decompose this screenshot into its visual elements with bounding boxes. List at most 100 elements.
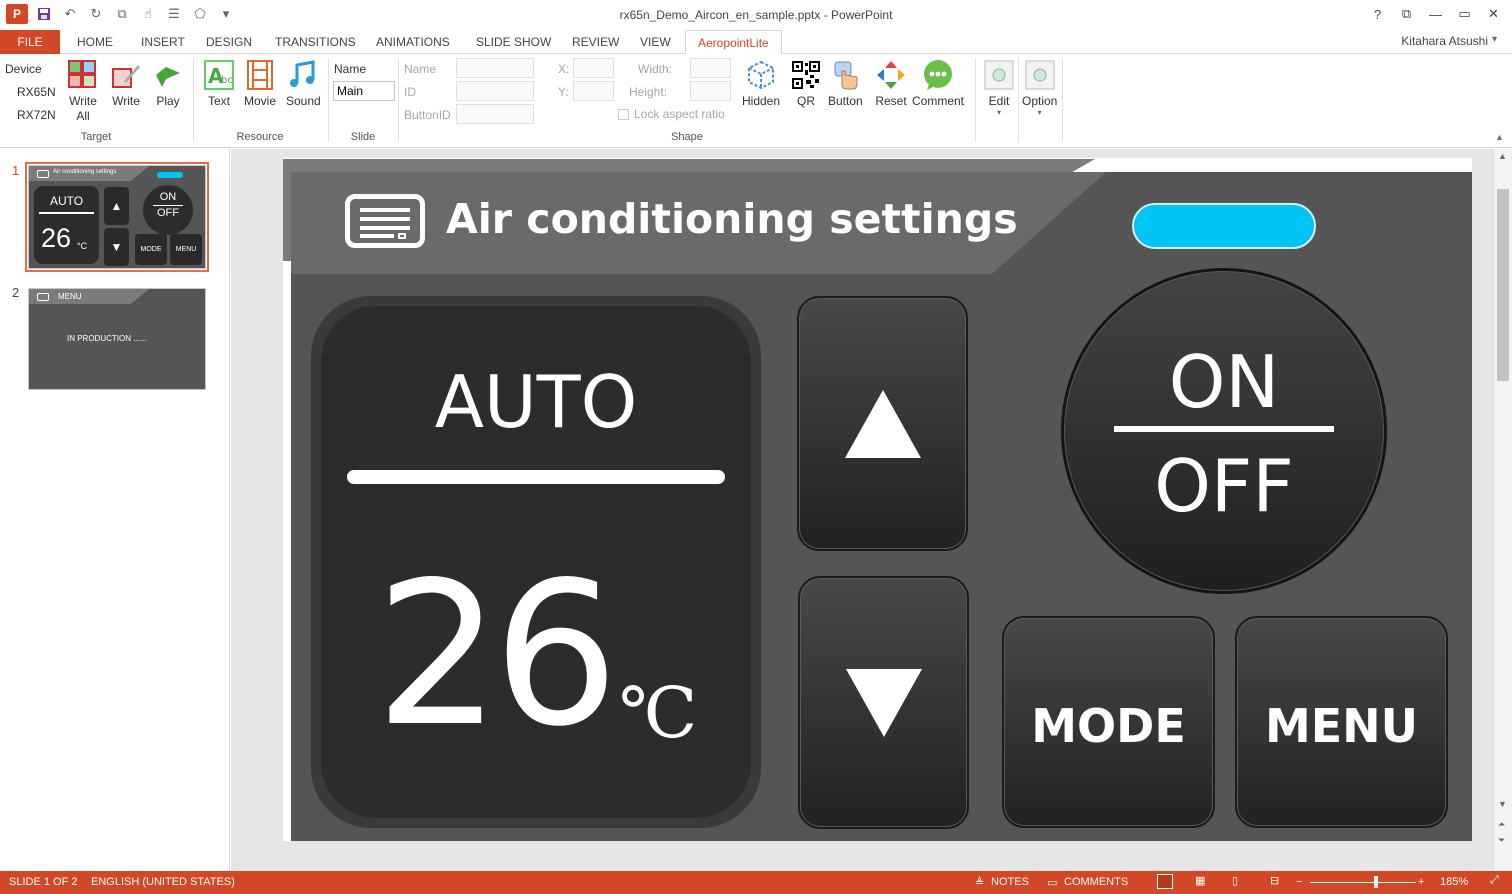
movie-button[interactable]: Movie — [243, 58, 277, 108]
comments-button[interactable]: COMMENTS — [1064, 876, 1128, 888]
comment-icon — [921, 58, 955, 92]
edit-button[interactable]: Edit ▾ — [982, 58, 1016, 117]
minimize-button[interactable]: — — [1421, 2, 1450, 26]
ribbon-separator — [1062, 58, 1063, 142]
notes-button[interactable]: NOTES — [991, 876, 1029, 888]
zoom-out-button[interactable]: − — [1296, 876, 1302, 888]
device-rx65n[interactable]: RX65N — [17, 85, 56, 99]
thumb-mode-button: MODE — [135, 234, 167, 265]
vertical-scrollbar[interactable]: ▲ ▼ ⏶ ⏷ — [1493, 149, 1512, 871]
zoom-slider[interactable] — [1310, 882, 1416, 883]
comments-icon[interactable]: ▭ — [1047, 876, 1057, 889]
slide-thumbnail-1[interactable]: Air conditioning settings AUTO 26 °C ▲ ▼… — [25, 162, 209, 272]
comment-button[interactable]: Comment — [912, 58, 964, 108]
chevron-down-icon[interactable]: ▾ — [1492, 34, 1508, 45]
tab-slide-show[interactable]: SLIDE SHOW — [476, 30, 551, 54]
normal-view-icon[interactable] — [1157, 874, 1173, 889]
scroll-up-icon[interactable]: ▲ — [1498, 151, 1507, 161]
button-button[interactable]: Button — [828, 58, 863, 108]
customize-icon[interactable]: ▾ — [216, 4, 236, 24]
tab-aeropointlite[interactable]: AeropointLite — [685, 30, 782, 55]
language-indicator[interactable]: ENGLISH (UNITED STATES) — [91, 876, 235, 888]
undo-icon[interactable]: ↶ — [60, 4, 80, 24]
tab-design[interactable]: DESIGN — [206, 30, 252, 54]
mode-button[interactable]: MODE — [1002, 616, 1215, 828]
reset-button[interactable]: Reset — [874, 58, 908, 108]
close-button[interactable]: ✕ — [1479, 2, 1508, 26]
slide-show-icon[interactable]: ⊟ — [1270, 874, 1279, 887]
tab-transitions[interactable]: TRANSITIONS — [275, 30, 356, 54]
play-button[interactable]: Play — [151, 58, 185, 108]
tab-insert[interactable]: INSERT — [141, 30, 185, 54]
thumb-unit: °C — [77, 241, 88, 251]
hidden-button[interactable]: Hidden — [742, 58, 780, 108]
tab-file[interactable]: FILE — [0, 30, 60, 54]
group-resource-label: Resource — [236, 131, 284, 143]
zoom-slider-handle[interactable] — [1374, 876, 1378, 888]
tab-view[interactable]: VIEW — [640, 30, 671, 54]
write-label: Write — [112, 94, 140, 108]
user-name[interactable]: Kitahara Atsushi — [1401, 34, 1488, 48]
write-all-button[interactable]: Write All — [66, 58, 100, 124]
ribbon-tabs: FILE HOME INSERT DESIGN TRANSITIONS ANIM… — [0, 30, 1512, 55]
slide-thumbnail-2[interactable]: MENU IN PRODUCTION ...... — [28, 288, 206, 390]
button-label: Button — [828, 94, 863, 108]
thumb-mode: AUTO — [49, 194, 84, 208]
maximize-button[interactable]: ▭ — [1450, 2, 1479, 26]
shape-buttonid-field[interactable] — [456, 104, 534, 124]
notes-icon[interactable]: ≜ — [975, 876, 984, 889]
device-rx72n[interactable]: RX72N — [17, 108, 56, 122]
lock-aspect-ratio-checkbox[interactable]: Lock aspect ratio — [618, 107, 725, 121]
text-button[interactable]: Abc Text — [202, 58, 236, 108]
down-arrow-icon: ▼ — [104, 228, 129, 266]
paragraph-icon[interactable]: ☰ — [164, 4, 184, 24]
temp-up-button[interactable] — [797, 296, 968, 551]
slide-sorter-icon[interactable]: ▦ — [1195, 874, 1205, 887]
write-all-label-1: Write — [69, 94, 97, 108]
menu-button[interactable]: MENU — [1235, 616, 1448, 828]
slide-number-1: 1 — [12, 163, 20, 178]
slide-counter[interactable]: SLIDE 1 OF 2 — [9, 876, 77, 888]
tab-home[interactable]: HOME — [77, 30, 113, 54]
width-field[interactable] — [690, 58, 731, 78]
zoom-level[interactable]: 185% — [1440, 876, 1468, 888]
write-all-label-2: All — [76, 109, 90, 123]
fit-slide-icon[interactable]: ⤢ — [1490, 874, 1499, 887]
y-field[interactable] — [573, 81, 614, 101]
tab-animations[interactable]: ANIMATIONS — [376, 30, 450, 54]
reading-view-icon[interactable]: ▯ — [1232, 874, 1238, 887]
write-button[interactable]: Write — [109, 58, 143, 108]
option-button[interactable]: Option ▾ — [1022, 58, 1057, 117]
ribbon-separator — [328, 58, 329, 142]
slide-header-title: Air conditioning settings — [446, 195, 1018, 243]
edit-label: Edit — [988, 94, 1010, 108]
y-label: Y: — [558, 85, 569, 99]
sound-button[interactable]: Sound — [286, 58, 321, 108]
next-slide-icon[interactable]: ⏷ — [1498, 835, 1505, 846]
redo-icon[interactable]: ↻ — [86, 4, 106, 24]
height-field[interactable] — [690, 81, 731, 101]
shape-icon[interactable]: ⬠ — [190, 4, 210, 24]
temperature-unit: ℃ — [619, 672, 698, 754]
tab-review[interactable]: REVIEW — [572, 30, 619, 54]
temp-down-button[interactable] — [798, 576, 969, 829]
start-from-beginning-icon[interactable]: ⧉ — [112, 4, 132, 24]
slide-name-input[interactable] — [333, 81, 395, 101]
zoom-in-button[interactable]: + — [1418, 876, 1424, 888]
qr-button[interactable]: QR — [789, 58, 823, 108]
touch-mode-icon[interactable]: ☝ — [138, 4, 158, 24]
ribbon-display-options-button[interactable]: ⧉ — [1392, 2, 1421, 26]
scroll-down-icon[interactable]: ▼ — [1498, 799, 1507, 809]
shape-name-field[interactable] — [456, 58, 534, 78]
qr-label: QR — [797, 94, 815, 108]
powerpoint-logo-icon[interactable]: P — [6, 4, 28, 24]
svg-text:bc: bc — [221, 75, 233, 86]
save-icon[interactable] — [34, 4, 54, 24]
x-field[interactable] — [573, 58, 614, 78]
power-off-label: OFF — [1154, 444, 1294, 528]
previous-slide-icon[interactable]: ⏶ — [1498, 819, 1505, 830]
shape-id-field[interactable] — [456, 81, 534, 101]
help-button[interactable]: ? — [1363, 2, 1392, 26]
scrollbar-thumb[interactable] — [1497, 189, 1509, 381]
collapse-ribbon-icon[interactable]: ▴ — [1497, 132, 1502, 143]
